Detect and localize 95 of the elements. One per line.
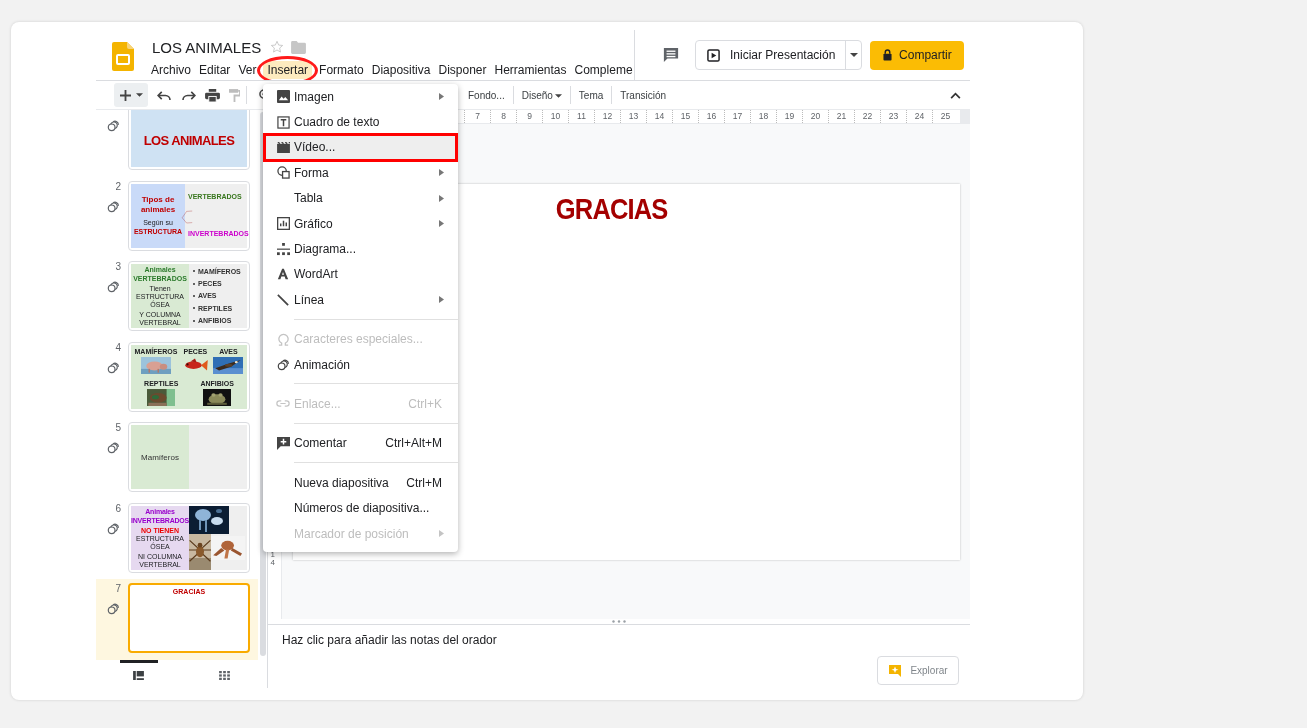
text-box-icon [276, 115, 290, 129]
print-icon[interactable] [205, 88, 220, 102]
lock-icon [883, 49, 893, 61]
toolbar-button[interactable]: Transición [618, 89, 669, 101]
caret-icon [135, 93, 143, 97]
menu-item[interactable]: Diapositiva [367, 61, 435, 79]
menu-item[interactable]: Vídeo... [263, 134, 458, 161]
slide-number: 2 [115, 180, 121, 193]
ruler-number: 17 [724, 110, 750, 123]
submenu-arrow-icon [439, 194, 444, 202]
ruler-number: 14 [270, 551, 276, 567]
ruler-number: 23 [880, 110, 906, 123]
ruler-number: 8 [490, 110, 516, 123]
submenu-arrow-icon [439, 93, 444, 101]
slide-thumbnail[interactable]: Mamíferos [128, 422, 250, 492]
menu-item[interactable]: Insertar [263, 61, 313, 79]
menu-item[interactable]: Ver [234, 61, 261, 79]
collapse-icon[interactable] [950, 91, 961, 99]
explore-icon [888, 663, 903, 678]
slide-number: 7 [115, 583, 121, 595]
ruler-number: 11 [568, 110, 594, 123]
submenu-arrow-icon [439, 296, 444, 304]
play-icon [707, 48, 720, 62]
animation-icon[interactable] [107, 199, 120, 213]
menu-item[interactable]: Disponer [434, 61, 491, 79]
line-icon [277, 293, 289, 306]
wordart-icon [277, 268, 289, 281]
share-button[interactable]: Compartir [870, 40, 965, 70]
caret-icon [554, 93, 562, 98]
slide-thumbnail[interactable]: LOS ANIMALES [128, 110, 250, 170]
menu-item[interactable]: Archivo [147, 61, 195, 79]
menu-item[interactable]: Formato [315, 61, 368, 79]
slide-number: 3 [115, 261, 121, 273]
menu-item[interactable]: Forma [263, 160, 458, 186]
link-icon [276, 400, 290, 408]
omega-icon [276, 332, 290, 346]
animation-icon[interactable] [107, 441, 120, 454]
undo-icon[interactable] [157, 89, 172, 101]
animation-icon[interactable] [107, 119, 120, 132]
ruler-number: 16 [698, 110, 724, 123]
ruler-number: 21 [828, 110, 854, 123]
submenu-arrow-icon [439, 220, 444, 228]
ruler-number: 10 [542, 110, 568, 123]
explore-button[interactable]: Explorar [877, 656, 959, 685]
menu-item[interactable]: Imagen [263, 84, 458, 110]
animation-icon[interactable] [107, 280, 120, 293]
submenu-arrow-icon [439, 169, 444, 177]
slide-title: Mamíferos [141, 452, 179, 462]
clapperboard-icon [276, 141, 290, 153]
slide-number: 6 [115, 502, 121, 515]
ruler-number: 13 [620, 110, 646, 123]
comment-icon[interactable] [663, 47, 679, 63]
image-icon [276, 90, 290, 104]
slide-title: Tipos de animales [139, 195, 177, 215]
ruler-number: 25 [932, 110, 958, 123]
ruler-number: 18 [750, 110, 776, 123]
document-title[interactable]: LOS ANIMALES [152, 38, 262, 56]
animation-icon[interactable] [107, 521, 120, 535]
slide-title: LOS ANIMALES [143, 132, 235, 148]
toolbar-button[interactable]: Fondo... [466, 89, 507, 101]
slide-row[interactable]: LOS ANIMALES [96, 110, 258, 177]
toolbar-button[interactable]: Tema [576, 89, 606, 101]
filmstrip-icon [133, 671, 145, 680]
ruler-number: 24 [906, 110, 932, 123]
star-icon[interactable] [270, 40, 285, 54]
diagram-icon [276, 242, 290, 256]
submenu-arrow-icon [439, 530, 444, 538]
add-comment-icon [276, 436, 290, 450]
ruler-number: 15 [672, 110, 698, 123]
ruler-number: 9 [516, 110, 542, 123]
shapes-icon [276, 166, 290, 180]
ruler-number: 14 [646, 110, 672, 123]
ruler-number: 22 [854, 110, 880, 123]
animation-icon [276, 358, 290, 372]
toolbar-button[interactable]: Diseño [519, 89, 564, 101]
menu-item[interactable]: Editar [195, 61, 235, 79]
chart-icon [276, 217, 290, 231]
menu-item[interactable]: Compleme [570, 61, 634, 79]
caret-icon [849, 53, 858, 57]
ruler-number: 20 [802, 110, 828, 123]
new-slide-button[interactable] [114, 83, 148, 107]
ruler-number: 12 [594, 110, 620, 123]
ruler-number: 7 [464, 110, 490, 123]
animation-icon[interactable] [107, 360, 120, 374]
slide-number: 5 [115, 422, 121, 434]
slide-title[interactable]: GRACIAS [555, 192, 668, 228]
animation-icon[interactable] [107, 602, 120, 615]
resize-handle-icon[interactable] [612, 620, 626, 623]
menu-item[interactable]: Herramientas [490, 61, 571, 79]
ruler-number: 19 [776, 110, 802, 123]
slide-row[interactable]: 5 Mamíferos [96, 418, 258, 499]
grid-icon [218, 671, 230, 680]
redo-icon[interactable] [181, 89, 196, 101]
slide-number: 4 [115, 341, 121, 354]
plus-icon [119, 89, 131, 101]
